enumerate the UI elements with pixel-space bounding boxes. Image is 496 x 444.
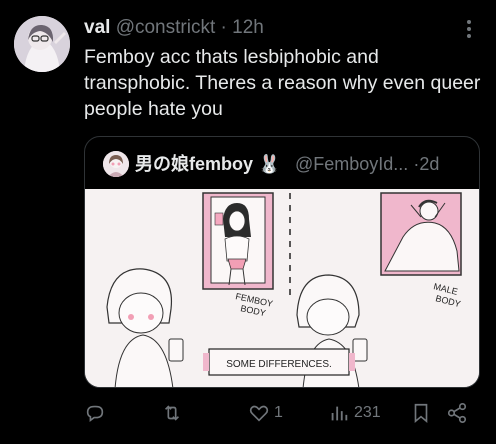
like-icon bbox=[249, 405, 269, 422]
views-button[interactable]: 231 bbox=[328, 398, 381, 428]
author-handle[interactable]: @constrickt bbox=[116, 17, 216, 38]
reply-icon bbox=[86, 405, 104, 422]
quoted-author-meta: @FemboyId... ·2d bbox=[295, 150, 439, 178]
quoted-author-name[interactable]: 男の娘femboy 🐰 bbox=[135, 150, 280, 178]
more-icon bbox=[467, 20, 471, 38]
quoted-author-handle[interactable]: @FemboyId... bbox=[295, 154, 408, 174]
like-count: 1 bbox=[274, 404, 283, 421]
header-separator: · bbox=[220, 17, 227, 38]
action-bar: 1 231 bbox=[84, 398, 484, 428]
tweet-header: val @constrickt · 12h bbox=[84, 16, 264, 40]
views-icon bbox=[331, 406, 348, 421]
label-caption: SOME DIFFERENCES. bbox=[226, 359, 332, 370]
retweet-icon bbox=[164, 405, 180, 421]
retweet-button[interactable] bbox=[160, 398, 188, 428]
tweet-text: Femboy acc thats lesbiphobic and transph… bbox=[84, 46, 481, 120]
quoted-time[interactable]: 2d bbox=[419, 154, 439, 174]
reply-button[interactable] bbox=[84, 398, 110, 428]
tweet-time[interactable]: 12h bbox=[232, 17, 264, 38]
author-name[interactable]: val bbox=[84, 17, 110, 38]
bookmark-icon bbox=[414, 403, 428, 424]
share-icon bbox=[447, 403, 467, 423]
views-count: 231 bbox=[354, 404, 381, 421]
bookmark-button[interactable] bbox=[410, 398, 432, 428]
share-button[interactable] bbox=[446, 398, 468, 428]
quoted-tweet-header: 男の娘femboy 🐰 @FemboyId... ·2d bbox=[103, 150, 473, 178]
author-avatar[interactable] bbox=[14, 16, 70, 72]
quoted-media-image[interactable]: FEMBOY BODY MALE BODY SOME DIFFERENCES. bbox=[85, 189, 479, 387]
quoted-tweet[interactable]: 男の娘femboy 🐰 @FemboyId... ·2d FEMBOY BODY… bbox=[84, 136, 480, 388]
like-button[interactable]: 1 bbox=[248, 398, 283, 428]
quoted-author-avatar[interactable] bbox=[103, 151, 129, 177]
more-button[interactable] bbox=[456, 18, 482, 40]
